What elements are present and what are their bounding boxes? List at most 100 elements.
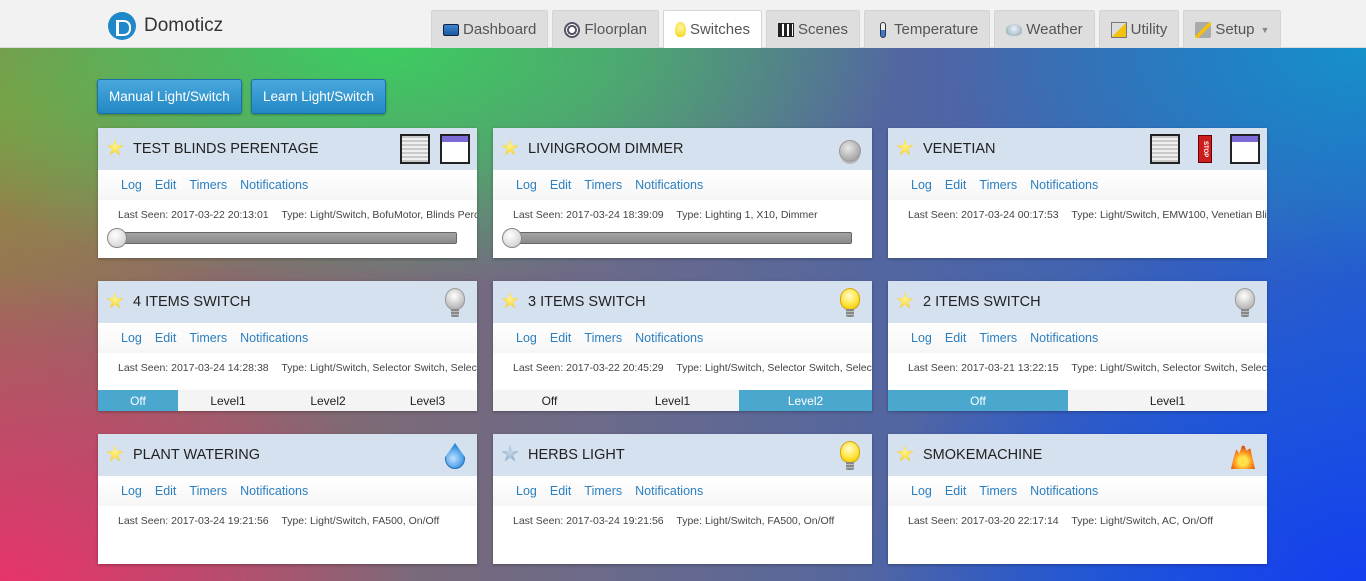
dimmer-icon[interactable] (839, 140, 861, 162)
edit-link[interactable]: Edit (945, 178, 967, 192)
tools-icon (1195, 21, 1212, 38)
lightbulb-on-icon[interactable] (840, 288, 860, 318)
notifications-link[interactable]: Notifications (1030, 331, 1098, 345)
tab-dashboard[interactable]: Dashboard (431, 10, 549, 48)
level-button-level1[interactable]: Level1 (178, 390, 278, 411)
timers-link[interactable]: Timers (189, 178, 227, 192)
device-info: Last Seen: 2017-03-21 13:22:15 Type: Lig… (908, 362, 1267, 374)
log-link[interactable]: Log (516, 484, 537, 498)
water-drop-icon[interactable] (445, 443, 465, 469)
timers-link[interactable]: Timers (979, 331, 1017, 345)
device-card-smokemachine: SMOKEMACHINE Log Edit Timers Notificatio… (888, 434, 1267, 564)
device-info: Last Seen: 2017-03-22 20:13:01 Type: Lig… (118, 209, 477, 221)
favorite-star-icon[interactable] (106, 139, 124, 156)
notifications-link[interactable]: Notifications (240, 331, 308, 345)
notifications-link[interactable]: Notifications (635, 484, 703, 498)
log-link[interactable]: Log (911, 484, 932, 498)
log-link[interactable]: Log (121, 331, 142, 345)
blinds-open-icon[interactable] (1230, 134, 1260, 164)
edit-link[interactable]: Edit (550, 178, 572, 192)
timers-link[interactable]: Timers (584, 178, 622, 192)
card-header: HERBS LIGHT (493, 434, 872, 476)
timers-link[interactable]: Timers (189, 331, 227, 345)
notifications-link[interactable]: Notifications (635, 178, 703, 192)
manual-light-switch-button[interactable]: Manual Light/Switch (97, 79, 242, 114)
lightbulb-off-icon[interactable] (1235, 288, 1255, 318)
timers-link[interactable]: Timers (979, 178, 1017, 192)
device-type: Type: Light/Switch, Selector Switch, Sel… (281, 362, 477, 374)
tab-scenes[interactable]: Scenes (765, 10, 861, 48)
log-link[interactable]: Log (121, 484, 142, 498)
favorite-star-icon[interactable] (896, 445, 914, 462)
blinds-open-icon[interactable] (440, 134, 470, 164)
slider-handle[interactable] (502, 228, 522, 248)
stop-icon[interactable]: STOP (1198, 135, 1212, 163)
timers-link[interactable]: Timers (979, 484, 1017, 498)
card-links: Log Edit Timers Notifications (911, 484, 1111, 498)
device-card-test-blinds: TEST BLINDS PERENTAGE Log Edit Timers No… (98, 128, 477, 258)
device-type: Type: Light/Switch, Selector Switch, Sel… (1071, 362, 1267, 374)
notifications-link[interactable]: Notifications (635, 331, 703, 345)
edit-link[interactable]: Edit (550, 484, 572, 498)
favorite-star-icon[interactable] (106, 445, 124, 462)
brand[interactable]: Domoticz (108, 12, 223, 40)
level-slider[interactable] (107, 228, 457, 248)
notifications-link[interactable]: Notifications (240, 484, 308, 498)
favorite-star-icon[interactable] (896, 292, 914, 309)
fire-icon[interactable] (1231, 443, 1255, 469)
level-slider[interactable] (502, 228, 852, 248)
log-link[interactable]: Log (911, 331, 932, 345)
notifications-link[interactable]: Notifications (1030, 484, 1098, 498)
tab-weather[interactable]: Weather (994, 10, 1095, 48)
log-link[interactable]: Log (516, 331, 537, 345)
tab-label: Scenes (797, 21, 849, 38)
tab-label: Weather (1026, 21, 1083, 38)
notifications-link[interactable]: Notifications (240, 178, 308, 192)
tab-floorplan[interactable]: Floorplan (552, 10, 659, 48)
clapperboard-icon (777, 22, 794, 37)
level-button-level2[interactable]: Level2 (739, 390, 872, 411)
tab-temperature[interactable]: Temperature (864, 10, 991, 48)
last-seen: Last Seen: 2017-03-24 18:39:09 (513, 209, 664, 221)
level-button-level1[interactable]: Level1 (606, 390, 739, 411)
edit-link[interactable]: Edit (945, 331, 967, 345)
level-button-level3[interactable]: Level3 (378, 390, 477, 411)
timers-link[interactable]: Timers (584, 331, 622, 345)
level-button-level2[interactable]: Level2 (278, 390, 378, 411)
edit-link[interactable]: Edit (945, 484, 967, 498)
tab-utility[interactable]: Utility (1098, 10, 1180, 48)
level-button-level1[interactable]: Level1 (1068, 390, 1267, 411)
favorite-star-icon[interactable] (106, 292, 124, 309)
tab-switches[interactable]: Switches (662, 10, 762, 48)
card-header: PLANT WATERING (98, 434, 477, 476)
card-links: Log Edit Timers Notifications (516, 178, 716, 192)
edit-link[interactable]: Edit (550, 331, 572, 345)
learn-light-switch-button[interactable]: Learn Light/Switch (251, 79, 387, 114)
level-button-off[interactable]: Off (493, 390, 606, 411)
timers-link[interactable]: Timers (189, 484, 227, 498)
lightbulb-off-icon[interactable] (445, 288, 465, 318)
blinds-closed-icon[interactable] (1150, 134, 1180, 164)
tab-setup[interactable]: Setup ▼ (1183, 10, 1282, 48)
last-seen: Last Seen: 2017-03-21 13:22:15 (908, 362, 1059, 374)
edit-link[interactable]: Edit (155, 178, 177, 192)
notifications-link[interactable]: Notifications (1030, 178, 1098, 192)
favorite-star-icon[interactable] (501, 445, 519, 462)
log-link[interactable]: Log (121, 178, 142, 192)
lightbulb-on-icon[interactable] (840, 441, 860, 471)
device-type: Type: Light/Switch, BofuMotor, Blinds Pe… (281, 209, 477, 221)
caret-down-icon: ▼ (1260, 24, 1270, 35)
floorplan-icon (564, 21, 581, 38)
level-button-off[interactable]: Off (888, 390, 1068, 411)
edit-link[interactable]: Edit (155, 331, 177, 345)
favorite-star-icon[interactable] (896, 139, 914, 156)
favorite-star-icon[interactable] (501, 292, 519, 309)
timers-link[interactable]: Timers (584, 484, 622, 498)
log-link[interactable]: Log (911, 178, 932, 192)
favorite-star-icon[interactable] (501, 139, 519, 156)
blinds-closed-icon[interactable] (400, 134, 430, 164)
log-link[interactable]: Log (516, 178, 537, 192)
edit-link[interactable]: Edit (155, 484, 177, 498)
slider-handle[interactable] (107, 228, 127, 248)
level-button-off[interactable]: Off (98, 390, 178, 411)
